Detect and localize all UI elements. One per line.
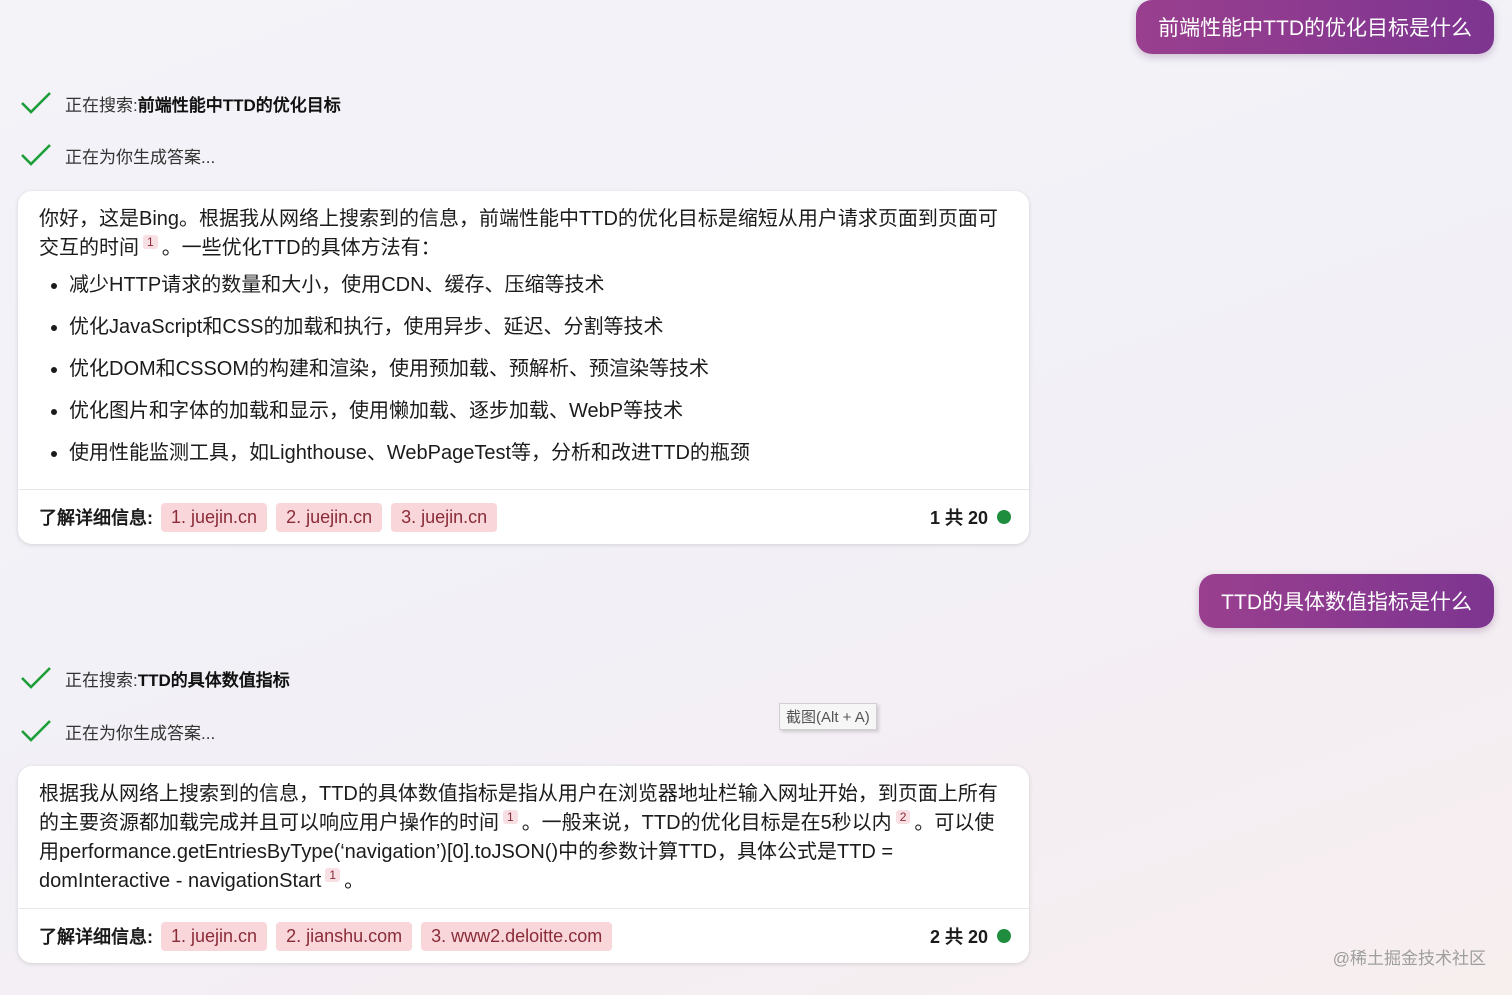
answer-card: 你好，这是Bing。根据我从网络上搜索到的信息，前端性能中TTD的优化目标是缩短… <box>18 191 1029 544</box>
user-message-text: 前端性能中TTD的优化目标是什么 <box>1158 17 1472 40</box>
list-item: 优化JavaScript和CSS的加载和执行，使用异步、延迟、分割等技术 <box>69 313 1007 342</box>
status-prefix: 正在搜索: <box>65 670 138 690</box>
citation-ref[interactable]: 1 <box>325 868 341 883</box>
turn-count-text: 1 共 20 <box>929 508 988 528</box>
list-item: 使用性能监测工具，如Lighthouse、WebPageTest等，分析和改进T… <box>69 439 1007 468</box>
status-query: TTD的具体数值指标 <box>137 670 290 690</box>
source-link[interactable]: 1. juejin.cn <box>161 502 268 532</box>
method-list: 减少HTTP请求的数量和大小，使用CDN、缓存、压缩等技术 优化JavaScri… <box>39 271 1007 468</box>
user-message-text: TTD的具体数值指标是什么 <box>1221 591 1472 614</box>
answer-body: 根据我从网络上搜索到的信息，TTD的具体数值指标是指从用户在浏览器地址栏输入网址… <box>18 766 1029 908</box>
status-text: 正在为你生成答案... <box>65 723 216 743</box>
citation-ref[interactable]: 2 <box>895 810 911 825</box>
answer-text: 。一些优化TTD的具体方法有： <box>161 237 441 259</box>
checkmark-icon <box>21 667 51 689</box>
search-status: 正在搜索: TTD的具体数值指标 <box>20 665 290 691</box>
generating-status: 正在为你生成答案... <box>20 718 215 744</box>
answer-footer: 了解详细信息: 1. juejin.cn 2. juejin.cn 3. jue… <box>18 489 1029 544</box>
answer-body: 你好，这是Bing。根据我从网络上搜索到的信息，前端性能中TTD的优化目标是缩短… <box>18 191 1029 489</box>
turn-count-text: 2 共 20 <box>929 927 988 947</box>
source-link[interactable]: 3. juejin.cn <box>391 502 498 532</box>
answer-text: 。 <box>344 870 365 892</box>
list-item: 优化DOM和CSSOM的构建和渲染，使用预加载、预解析、预渲染等技术 <box>69 355 1007 384</box>
watermark: @稀土掘金技术社区 <box>1332 949 1486 968</box>
status-text: 正在为你生成答案... <box>65 147 216 167</box>
answer-text: 。一般来说，TTD的优化目标是在5秒以内 <box>521 812 892 834</box>
turn-counter: 2 共 20 <box>930 923 1011 949</box>
checkmark-icon <box>21 92 51 114</box>
status-dot-icon <box>997 929 1011 943</box>
search-status: 正在搜索: 前端性能中TTD的优化目标 <box>20 90 341 116</box>
learn-more-label: 了解详细信息: <box>39 508 153 528</box>
list-item: 减少HTTP请求的数量和大小，使用CDN、缓存、压缩等技术 <box>69 271 1007 300</box>
status-prefix: 正在搜索: <box>65 95 138 115</box>
status-dot-icon <box>997 510 1011 524</box>
source-link[interactable]: 2. juejin.cn <box>276 502 383 532</box>
user-message-bubble: TTD的具体数值指标是什么 <box>1199 574 1494 628</box>
source-link[interactable]: 1. juejin.cn <box>161 921 268 951</box>
citation-ref[interactable]: 1 <box>503 810 518 825</box>
turn-counter: 1 共 20 <box>930 504 1011 530</box>
generating-status: 正在为你生成答案... <box>20 142 215 168</box>
checkmark-icon <box>21 144 51 166</box>
status-query: 前端性能中TTD的优化目标 <box>137 95 341 115</box>
user-message-bubble: 前端性能中TTD的优化目标是什么 <box>1136 0 1494 54</box>
learn-more-label: 了解详细信息: <box>39 927 153 947</box>
checkmark-icon <box>21 720 51 742</box>
citation-ref[interactable]: 1 <box>143 235 158 250</box>
list-item: 优化图片和字体的加载和显示，使用懒加载、逐步加载、WebP等技术 <box>69 397 1007 426</box>
source-link[interactable]: 3. www2.deloitte.com <box>421 921 613 951</box>
screenshot-tooltip: 截图(Alt + A) <box>779 703 877 730</box>
answer-card: 根据我从网络上搜索到的信息，TTD的具体数值指标是指从用户在浏览器地址栏输入网址… <box>18 766 1029 963</box>
answer-footer: 了解详细信息: 1. juejin.cn 2. jianshu.com 3. w… <box>18 908 1029 963</box>
source-link[interactable]: 2. jianshu.com <box>276 921 413 951</box>
